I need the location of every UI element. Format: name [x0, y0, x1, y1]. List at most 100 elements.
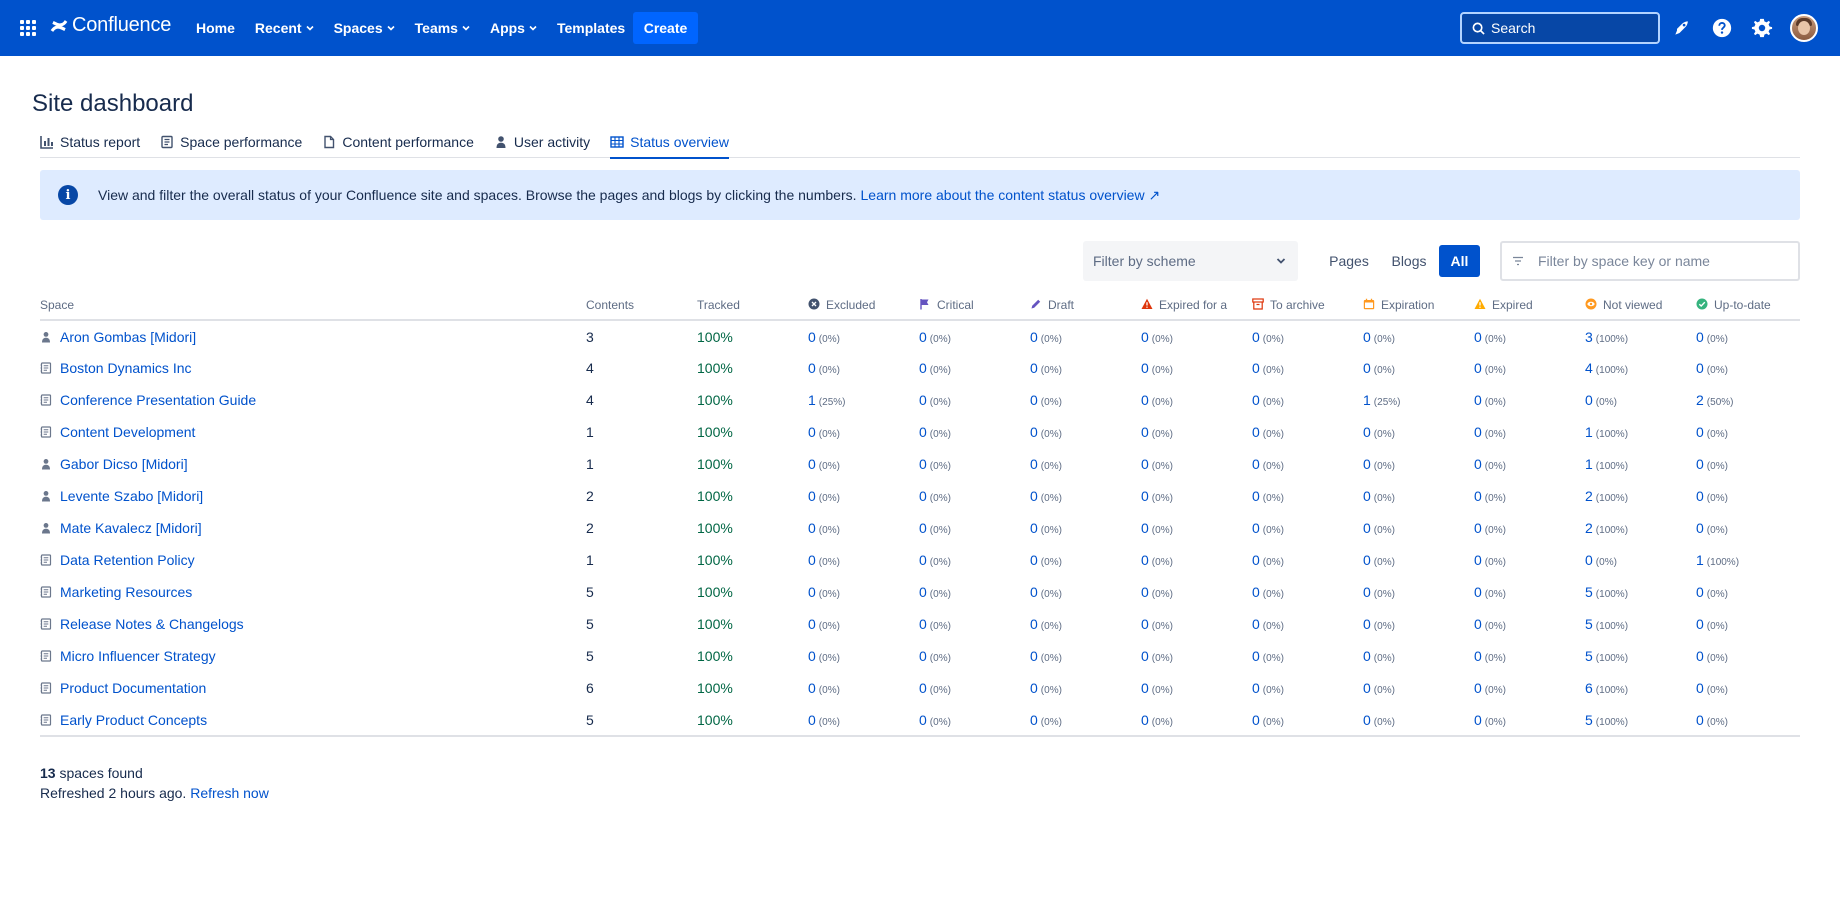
- status-count-link[interactable]: 0: [808, 552, 816, 568]
- status-count-link[interactable]: 0: [919, 584, 927, 600]
- status-count-link[interactable]: 0: [1252, 488, 1260, 504]
- status-count-link[interactable]: 0: [1696, 616, 1704, 632]
- scheme-filter-select[interactable]: Filter by scheme: [1083, 241, 1298, 281]
- status-count-link[interactable]: 0: [1252, 648, 1260, 664]
- status-count-link[interactable]: 0: [808, 360, 816, 376]
- settings-icon[interactable]: [1750, 16, 1774, 40]
- status-count-link[interactable]: 0: [919, 616, 927, 632]
- space-link[interactable]: Micro Influencer Strategy: [40, 648, 586, 664]
- status-count-link[interactable]: 5: [1585, 584, 1593, 600]
- header-up-to-date[interactable]: Up-to-date: [1696, 291, 1800, 321]
- status-count-link[interactable]: 0: [1363, 360, 1371, 376]
- confluence-logo[interactable]: Confluence: [49, 14, 171, 37]
- status-count-link[interactable]: 0: [1363, 552, 1371, 568]
- status-count-link[interactable]: 0: [1474, 488, 1482, 504]
- nav-templates[interactable]: Templates: [557, 20, 625, 36]
- space-link[interactable]: Aron Gombas [Midori]: [40, 329, 586, 345]
- status-count-link[interactable]: 0: [1696, 648, 1704, 664]
- status-count-link[interactable]: 0: [1696, 520, 1704, 536]
- status-count-link[interactable]: 0: [1141, 712, 1149, 728]
- status-count-link[interactable]: 0: [1030, 712, 1038, 728]
- refresh-now-link[interactable]: Refresh now: [190, 785, 269, 801]
- status-count-link[interactable]: 0: [1474, 456, 1482, 472]
- tab-status-report[interactable]: Status report: [40, 131, 140, 158]
- search-input[interactable]: [1491, 20, 1641, 36]
- status-count-link[interactable]: 0: [1141, 648, 1149, 664]
- status-count-link[interactable]: 0: [1696, 680, 1704, 696]
- status-count-link[interactable]: 0: [1696, 584, 1704, 600]
- status-count-link[interactable]: 0: [1030, 552, 1038, 568]
- segment-pages[interactable]: Pages: [1325, 245, 1373, 277]
- status-count-link[interactable]: 1: [808, 392, 816, 408]
- status-count-link[interactable]: 2: [1585, 488, 1593, 504]
- space-link[interactable]: Product Documentation: [40, 680, 586, 696]
- header-to-archive[interactable]: To archive: [1252, 291, 1363, 321]
- tab-status-overview[interactable]: Status overview: [610, 131, 729, 159]
- status-count-link[interactable]: 0: [1030, 392, 1038, 408]
- status-count-link[interactable]: 0: [1252, 456, 1260, 472]
- status-count-link[interactable]: 0: [1141, 552, 1149, 568]
- status-count-link[interactable]: 4: [1585, 360, 1593, 376]
- status-count-link[interactable]: 0: [919, 552, 927, 568]
- status-count-link[interactable]: 0: [808, 520, 816, 536]
- status-count-link[interactable]: 0: [1141, 520, 1149, 536]
- status-count-link[interactable]: 0: [1363, 584, 1371, 600]
- status-count-link[interactable]: 0: [1030, 488, 1038, 504]
- status-count-link[interactable]: 0: [1030, 616, 1038, 632]
- header-excluded[interactable]: Excluded: [808, 291, 919, 321]
- status-count-link[interactable]: 0: [1474, 648, 1482, 664]
- header-draft[interactable]: Draft: [1030, 291, 1141, 321]
- status-count-link[interactable]: 0: [919, 456, 927, 472]
- status-count-link[interactable]: 3: [1585, 329, 1593, 345]
- space-link[interactable]: Gabor Dicso [Midori]: [40, 456, 586, 472]
- status-count-link[interactable]: 0: [1252, 392, 1260, 408]
- segment-all[interactable]: All: [1439, 245, 1480, 277]
- tab-user-activity[interactable]: User activity: [494, 131, 590, 158]
- space-link[interactable]: Conference Presentation Guide: [40, 392, 586, 408]
- space-link[interactable]: Content Development: [40, 424, 586, 440]
- status-count-link[interactable]: 0: [1474, 584, 1482, 600]
- space-link[interactable]: Data Retention Policy: [40, 552, 586, 568]
- status-count-link[interactable]: 1: [1585, 456, 1593, 472]
- status-count-link[interactable]: 0: [1030, 648, 1038, 664]
- status-count-link[interactable]: 0: [808, 680, 816, 696]
- status-count-link[interactable]: 0: [1696, 488, 1704, 504]
- nav-recent[interactable]: Recent: [255, 20, 314, 36]
- status-count-link[interactable]: 0: [1030, 456, 1038, 472]
- header-space[interactable]: Space: [40, 291, 586, 321]
- status-count-link[interactable]: 0: [1141, 424, 1149, 440]
- segment-blogs[interactable]: Blogs: [1385, 245, 1433, 277]
- nav-spaces[interactable]: Spaces: [334, 20, 395, 36]
- status-count-link[interactable]: 0: [1252, 424, 1260, 440]
- status-count-link[interactable]: 0: [1474, 712, 1482, 728]
- status-count-link[interactable]: 0: [1252, 584, 1260, 600]
- status-count-link[interactable]: 0: [1030, 680, 1038, 696]
- status-count-link[interactable]: 0: [1030, 520, 1038, 536]
- status-count-link[interactable]: 0: [1363, 616, 1371, 632]
- status-count-link[interactable]: 0: [919, 488, 927, 504]
- status-count-link[interactable]: 0: [808, 712, 816, 728]
- status-count-link[interactable]: 0: [1474, 552, 1482, 568]
- status-count-link[interactable]: 0: [1252, 712, 1260, 728]
- nav-teams[interactable]: Teams: [415, 20, 470, 36]
- status-count-link[interactable]: 0: [1252, 329, 1260, 345]
- status-count-link[interactable]: 0: [1030, 360, 1038, 376]
- status-count-link[interactable]: 5: [1585, 616, 1593, 632]
- status-count-link[interactable]: 2: [1585, 520, 1593, 536]
- status-count-link[interactable]: 0: [1474, 616, 1482, 632]
- space-link[interactable]: Early Product Concepts: [40, 712, 586, 728]
- user-avatar[interactable]: [1790, 14, 1818, 42]
- status-count-link[interactable]: 0: [1030, 424, 1038, 440]
- status-count-link[interactable]: 0: [919, 424, 927, 440]
- status-count-link[interactable]: 0: [808, 424, 816, 440]
- search-box[interactable]: [1460, 12, 1660, 44]
- status-count-link[interactable]: 0: [1474, 329, 1482, 345]
- status-count-link[interactable]: 0: [1252, 360, 1260, 376]
- status-count-link[interactable]: 0: [919, 329, 927, 345]
- status-count-link[interactable]: 0: [1474, 360, 1482, 376]
- space-link[interactable]: Marketing Resources: [40, 584, 586, 600]
- status-count-link[interactable]: 0: [919, 360, 927, 376]
- header-not-viewed[interactable]: Not viewed: [1585, 291, 1696, 321]
- space-link[interactable]: Mate Kavalecz [Midori]: [40, 520, 586, 536]
- status-count-link[interactable]: 0: [1141, 392, 1149, 408]
